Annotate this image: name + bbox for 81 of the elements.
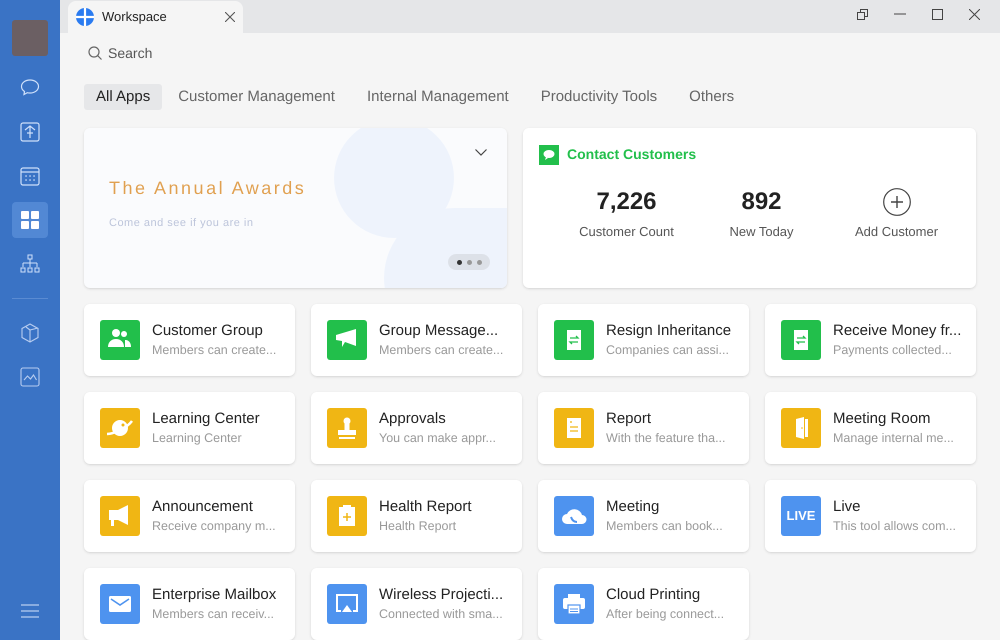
- app-name: Cloud Printing: [606, 585, 702, 605]
- app-card[interactable]: Enterprise Mailbox Members can receiv...: [84, 568, 295, 640]
- tab-title: Workspace: [102, 8, 168, 26]
- category-tab[interactable]: Others: [677, 84, 746, 110]
- category-tab[interactable]: All Apps: [84, 84, 162, 110]
- app-logo-icon: [76, 8, 94, 26]
- app-name: Health Report: [379, 497, 472, 517]
- app-name: Approvals: [379, 409, 447, 429]
- app-card[interactable]: Health Report Health Report: [311, 480, 522, 552]
- minimize-icon[interactable]: [894, 13, 906, 15]
- maximize-icon[interactable]: [932, 8, 943, 20]
- stat-value: 7,226: [596, 187, 657, 217]
- app-description: Members can create...: [152, 342, 276, 359]
- app-card[interactable]: Resign Inheritance Companies can assi...: [538, 304, 749, 376]
- calendar-icon: [19, 165, 41, 187]
- app-description: Receive company m...: [152, 518, 276, 535]
- app-card[interactable]: Meeting Room Manage internal me...: [765, 392, 976, 464]
- app-name: Live: [833, 497, 862, 517]
- chevron-down-icon[interactable]: [475, 149, 487, 156]
- cube-icon: [19, 322, 41, 344]
- stat-label[interactable]: Add Customer: [854, 222, 938, 242]
- app-name: Announcement: [152, 497, 254, 517]
- app-name: Customer Group: [152, 321, 264, 341]
- stat-label: New Today: [729, 223, 794, 241]
- category-tab[interactable]: Productivity Tools: [528, 84, 670, 110]
- org-chart-icon: [19, 253, 41, 275]
- app-description: Members can book...: [606, 518, 723, 535]
- app-card[interactable]: Cloud Printing After being connect...: [538, 568, 749, 640]
- app-name: Group Message...: [379, 321, 500, 341]
- app-name: Enterprise Mailbox: [152, 585, 276, 605]
- mountain-icon: [19, 366, 41, 388]
- app-description: You can make appr...: [379, 430, 496, 447]
- category-tab[interactable]: Internal Management: [354, 84, 521, 110]
- app-name: Meeting Room: [833, 409, 932, 429]
- app-description: Members can receiv...: [152, 606, 276, 623]
- app-name: Wireless Projecti...: [379, 585, 504, 605]
- pin-window-icon[interactable]: [857, 8, 868, 20]
- menu-icon[interactable]: [21, 604, 39, 618]
- carousel-indicator[interactable]: [448, 254, 490, 270]
- live-icon: LIVE: [781, 496, 821, 536]
- stat-value: 892: [741, 187, 782, 217]
- app-card[interactable]: LIVE Live This tool allows com...: [765, 480, 976, 552]
- app-description: Members can create...: [379, 342, 504, 359]
- app-card[interactable]: Announcement Receive company m...: [84, 480, 295, 552]
- app-description: Payments collected...: [833, 342, 953, 359]
- app-card[interactable]: Group Message... Members can create...: [311, 304, 522, 376]
- banner-subtitle: Come and see if you are in: [109, 216, 254, 231]
- close-icon[interactable]: [225, 12, 235, 22]
- app-name: Meeting: [606, 497, 660, 517]
- app-description: With the feature tha...: [606, 430, 726, 447]
- card-title: Contact Customers: [567, 145, 696, 164]
- add-circle-icon[interactable]: [882, 188, 910, 216]
- sidebar-item[interactable]: [12, 202, 48, 238]
- app-name: Learning Center: [152, 409, 260, 429]
- app-description: Learning Center: [152, 430, 243, 447]
- app-card[interactable]: Wireless Projecti... Connected with sma...: [311, 568, 522, 640]
- close-icon[interactable]: [969, 8, 980, 20]
- search-icon: [88, 46, 102, 60]
- upload-icon: [19, 121, 41, 143]
- app-card[interactable]: Learning Center Learning Center: [84, 392, 295, 464]
- chat-bubble-icon: [539, 144, 559, 164]
- app-card[interactable]: Meeting Members can book...: [538, 480, 749, 552]
- category-tab[interactable]: Customer Management: [166, 84, 347, 110]
- workspace-tab[interactable]: Workspace: [68, 1, 243, 33]
- app-card[interactable]: Receive Money fr... Payments collected...: [765, 304, 976, 376]
- app-description: Health Report: [379, 518, 458, 535]
- app-description: Manage internal me...: [833, 430, 954, 447]
- app-description: After being connect...: [606, 606, 724, 623]
- app-card[interactable]: Approvals You can make appr...: [311, 392, 522, 464]
- app-description: Companies can assi...: [606, 342, 730, 359]
- banner-title: The Annual Awards: [109, 177, 306, 200]
- app-card[interactable]: Customer Group Members can create...: [84, 304, 295, 376]
- app-name: Resign Inheritance: [606, 321, 732, 341]
- app-card[interactable]: Report With the feature tha...: [538, 392, 749, 464]
- stat-label: Customer Count: [579, 223, 674, 241]
- app-name: Receive Money fr...: [833, 321, 960, 341]
- app-description: Connected with sma...: [379, 606, 504, 623]
- search-field[interactable]: Search: [108, 42, 268, 64]
- grid-icon: [19, 209, 41, 231]
- app-description: This tool allows com...: [833, 518, 956, 535]
- app-name: Report: [606, 409, 652, 429]
